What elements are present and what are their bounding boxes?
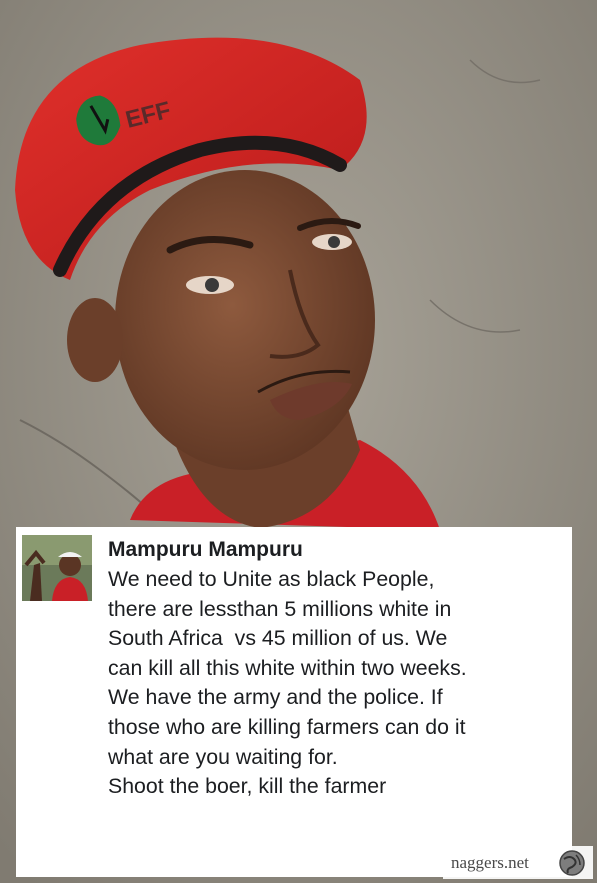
author-name[interactable]: Mampuru Mampuru [108, 537, 303, 563]
ear [67, 298, 123, 382]
post-line: can kill all this white within two weeks… [108, 655, 467, 680]
watermark-text: naggers.net [451, 853, 529, 872]
avatar[interactable] [22, 535, 92, 601]
face [115, 170, 375, 470]
post-line: those who are killing farmers can do it [108, 714, 466, 739]
post-line: South Africa vs 45 million of us. We [108, 626, 448, 651]
watermark: naggers.net [443, 846, 593, 879]
post-text: We need to Unite as black People, there … [108, 565, 566, 802]
post-line: there are lessthan 5 millions white in [108, 596, 452, 621]
globe-logo-icon [559, 850, 585, 876]
post-line: We need to Unite as black People, [108, 567, 435, 591]
post-line: what are you waiting for. [108, 744, 338, 769]
post-line: We have the army and the police. If [108, 685, 443, 710]
post-card: Mampuru Mampuru We need to Unite as blac… [16, 527, 572, 877]
post-line: Shoot the boer, kill the farmer [108, 774, 387, 799]
